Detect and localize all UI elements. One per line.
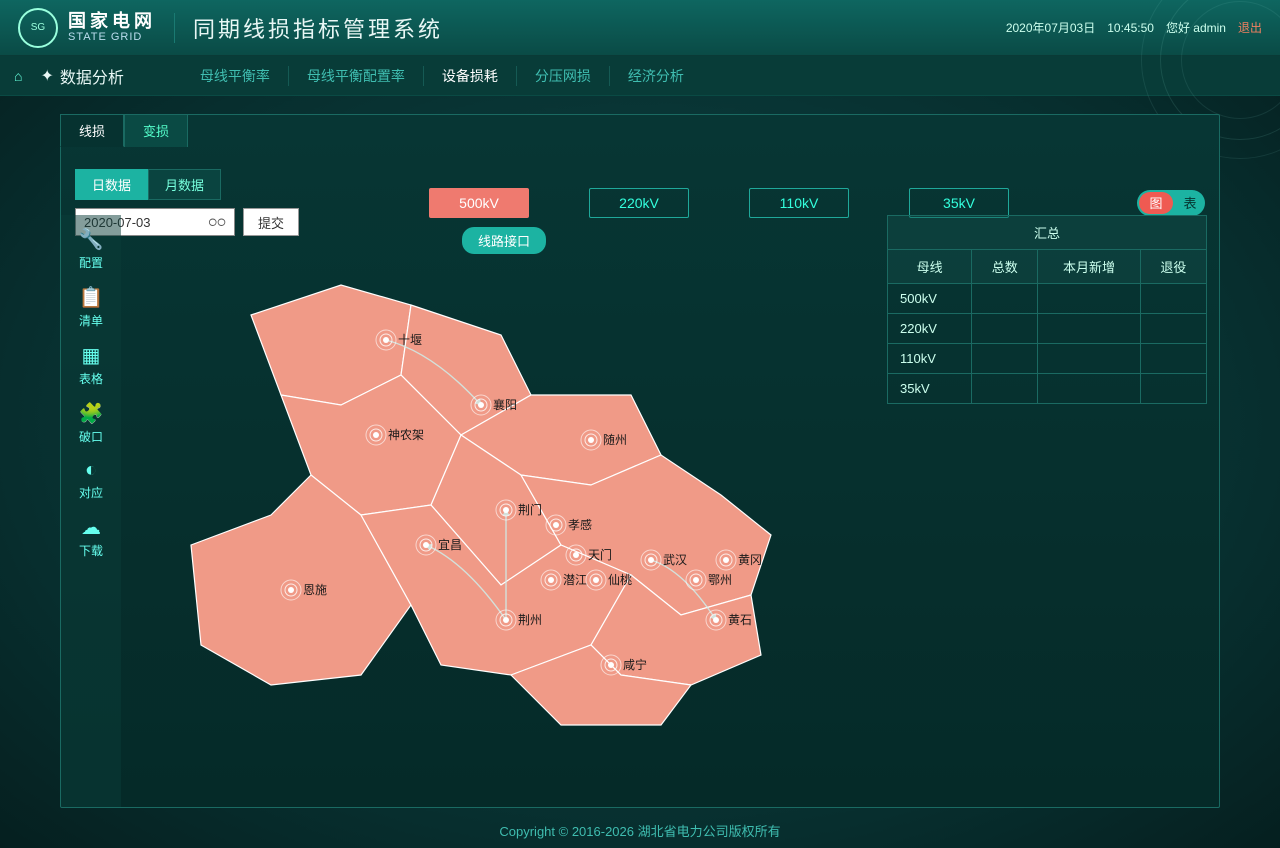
tool-label: 对应 bbox=[79, 486, 103, 500]
svg-text:荆门: 荆门 bbox=[518, 502, 542, 517]
view-toggle-off: 表 bbox=[1175, 193, 1205, 212]
header-date: 2020年07月03日 bbox=[1006, 19, 1095, 36]
divider bbox=[174, 13, 175, 43]
logo-icon: SG bbox=[18, 8, 58, 48]
analysis-icon: ✦ bbox=[40, 66, 53, 86]
type-tabs: 线损变损 bbox=[60, 114, 188, 147]
kv-button-500kV[interactable]: 500kV bbox=[429, 188, 529, 218]
nav-tab-1[interactable]: 母线平衡配置率 bbox=[289, 66, 424, 86]
svg-text:孝感: 孝感 bbox=[568, 517, 592, 532]
nav-section: ✦ 数据分析 bbox=[40, 64, 123, 88]
tool-对应[interactable]: ◐ 对应 bbox=[66, 455, 116, 505]
logo-block: SG 国家电网 STATE GRID bbox=[18, 8, 156, 48]
summary-row: 220kV bbox=[888, 314, 1207, 344]
tool-label: 配置 bbox=[79, 256, 103, 270]
nav-section-label: 数据分析 bbox=[60, 64, 124, 88]
tool-icon: 📋 bbox=[66, 285, 116, 310]
kv-button-220kV[interactable]: 220kV bbox=[589, 188, 689, 218]
svg-text:黄石: 黄石 bbox=[728, 613, 752, 627]
tool-icon: ◐ bbox=[66, 459, 116, 482]
svg-text:仙桃: 仙桃 bbox=[608, 572, 632, 587]
summary-col: 退役 bbox=[1140, 250, 1206, 284]
svg-text:宜昌: 宜昌 bbox=[438, 537, 462, 552]
province-map[interactable]: 十堰神农架 襄阳随州荆门宜昌 孝感天门 武汉 黄冈潜江 仙桃 鄂州恩施荆州 黄石咸宁 bbox=[161, 245, 861, 765]
nav-tabs: 母线平衡率母线平衡配置率设备损耗分压网损经济分析 bbox=[182, 66, 702, 86]
summary-row: 110kV bbox=[888, 344, 1207, 374]
summary-col: 母线 bbox=[888, 250, 972, 284]
view-toggle[interactable]: 图 表 bbox=[1137, 190, 1205, 216]
summary-col: 本月新增 bbox=[1038, 250, 1141, 284]
type-tab-0[interactable]: 线损 bbox=[60, 114, 124, 147]
tool-label: 表格 bbox=[79, 372, 103, 386]
map-area: 线路接口 bbox=[121, 215, 887, 807]
nav-tab-3[interactable]: 分压网损 bbox=[517, 66, 610, 86]
svg-text:潜江: 潜江 bbox=[563, 573, 587, 587]
logo-cn: 国家电网 bbox=[68, 12, 156, 32]
tool-配置[interactable]: 🔧 配置 bbox=[66, 223, 116, 275]
footer-copyright: Copyright © 2016-2026 湖北省电力公司版权所有 bbox=[0, 821, 1280, 840]
summary-row: 500kV bbox=[888, 284, 1207, 314]
nav-bar: ⌂ ✦ 数据分析 母线平衡率母线平衡配置率设备损耗分压网损经济分析 bbox=[0, 56, 1280, 96]
svg-text:天门: 天门 bbox=[588, 547, 612, 562]
logo-en: STATE GRID bbox=[68, 31, 156, 43]
tool-破口[interactable]: 🧩 破口 bbox=[66, 397, 116, 449]
tool-icon: 🧩 bbox=[66, 401, 116, 426]
svg-text:咸宁: 咸宁 bbox=[623, 657, 647, 672]
app-header: SG 国家电网 STATE GRID 同期线损指标管理系统 2020年07月03… bbox=[0, 0, 1280, 56]
type-tab-1[interactable]: 变损 bbox=[124, 114, 188, 147]
header-greeting: 您好 admin bbox=[1166, 19, 1226, 36]
tool-icon: ☁ bbox=[66, 515, 116, 540]
svg-text:神农架: 神农架 bbox=[388, 428, 424, 442]
tool-label: 清单 bbox=[79, 314, 103, 328]
nav-tab-0[interactable]: 母线平衡率 bbox=[182, 66, 289, 86]
svg-text:襄阳: 襄阳 bbox=[493, 397, 517, 412]
system-title: 同期线损指标管理系统 bbox=[193, 12, 443, 44]
svg-text:武汉: 武汉 bbox=[663, 553, 687, 567]
tool-清单[interactable]: 📋 清单 bbox=[66, 281, 116, 333]
svg-text:荆州: 荆州 bbox=[518, 613, 542, 627]
tool-下载[interactable]: ☁ 下载 bbox=[66, 511, 116, 563]
summary-row: 35kV bbox=[888, 374, 1207, 404]
summary-panel: 汇总 母线总数本月新增退役 500kV220kV110kV35kV bbox=[887, 215, 1219, 807]
period-tab-1[interactable]: 月数据 bbox=[148, 169, 221, 200]
svg-text:恩施: 恩施 bbox=[303, 583, 327, 597]
svg-text:十堰: 十堰 bbox=[398, 333, 422, 347]
summary-col: 总数 bbox=[972, 250, 1038, 284]
period-tab-0[interactable]: 日数据 bbox=[75, 169, 148, 200]
home-icon[interactable]: ⌂ bbox=[14, 68, 22, 84]
tool-icon: ▦ bbox=[66, 343, 116, 368]
kv-button-110kV[interactable]: 110kV bbox=[749, 188, 849, 218]
map-regions bbox=[191, 285, 771, 725]
kv-buttons: 500kV 220kV 110kV 35kV bbox=[429, 188, 1009, 218]
content-panel: 线损变损 日数据月数据 2020-07-03 ੦੦ 提交 500kV220kV1… bbox=[60, 114, 1220, 808]
tool-icon: 🔧 bbox=[66, 227, 116, 252]
left-toolbar: 🔧 配置 📋 清单 ▦ 表格 🧩 破口 ◐ 对应 ☁ 下载 bbox=[61, 215, 121, 807]
tool-label: 下载 bbox=[79, 544, 103, 558]
nav-tab-4[interactable]: 经济分析 bbox=[610, 66, 702, 86]
svg-text:黄冈: 黄冈 bbox=[738, 553, 762, 567]
view-toggle-on: 图 bbox=[1139, 192, 1173, 214]
summary-table: 汇总 母线总数本月新增退役 500kV220kV110kV35kV bbox=[887, 215, 1207, 404]
summary-title: 汇总 bbox=[888, 216, 1207, 250]
period-tabs: 日数据月数据 bbox=[75, 169, 299, 200]
tool-label: 破口 bbox=[79, 430, 103, 444]
nav-tab-2[interactable]: 设备损耗 bbox=[424, 66, 517, 86]
body-area: 🔧 配置 📋 清单 ▦ 表格 🧩 破口 ◐ 对应 ☁ 下载 线路接口 bbox=[61, 215, 1219, 807]
header-time: 10:45:50 bbox=[1107, 21, 1154, 35]
svg-text:随州: 随州 bbox=[603, 432, 627, 447]
logout-link[interactable]: 退出 bbox=[1238, 19, 1262, 36]
svg-text:鄂州: 鄂州 bbox=[708, 573, 732, 587]
tool-表格[interactable]: ▦ 表格 bbox=[66, 339, 116, 391]
kv-button-35kV[interactable]: 35kV bbox=[909, 188, 1009, 218]
